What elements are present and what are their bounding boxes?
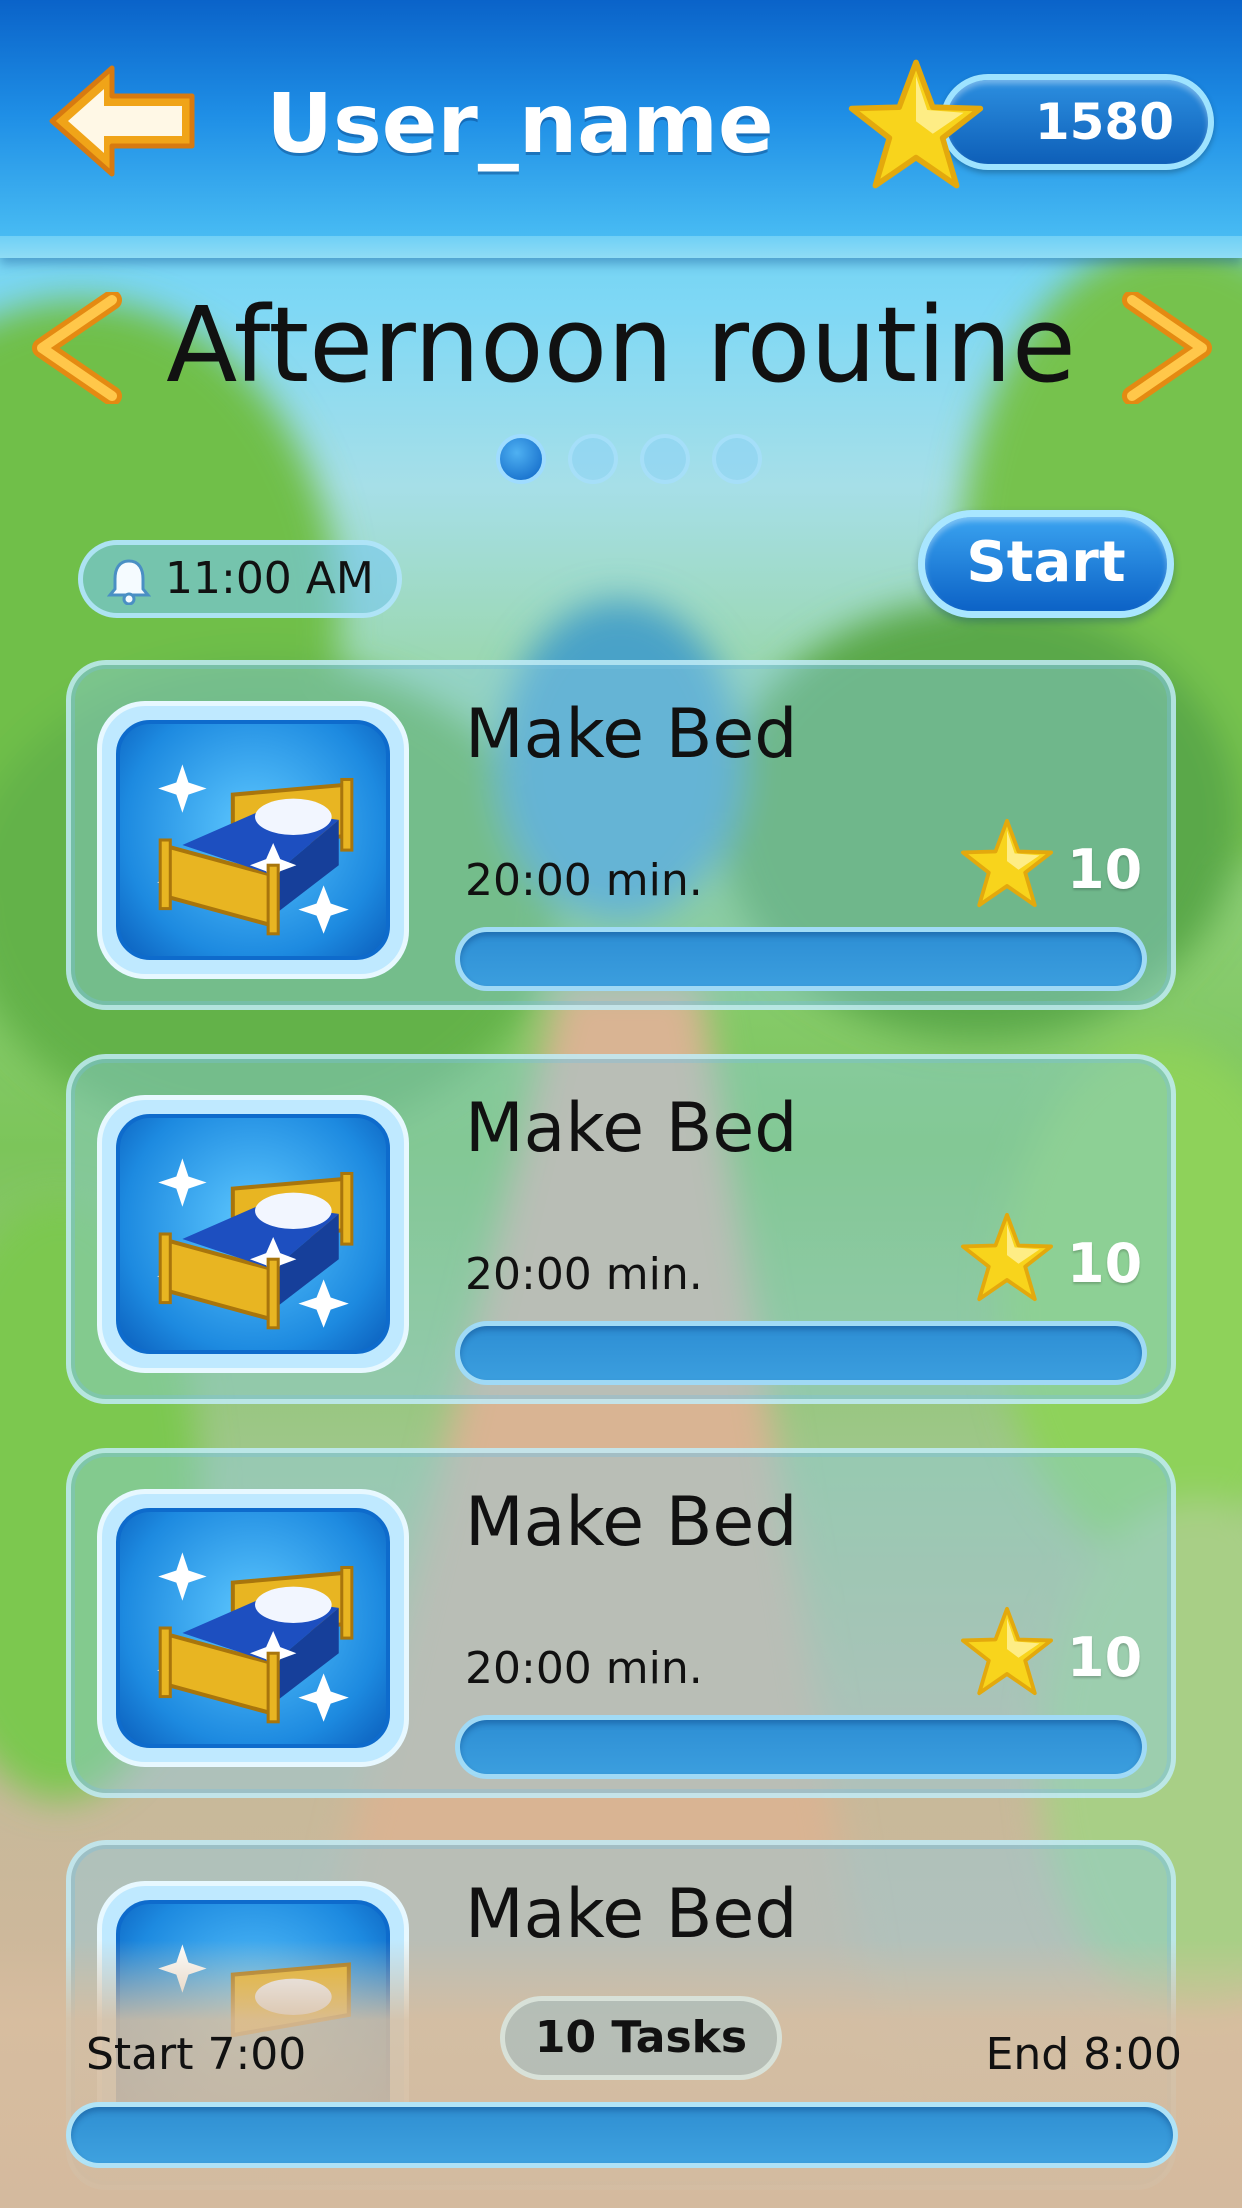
task-icon-frame (97, 1095, 409, 1373)
task-count-badge: 10 Tasks (500, 1996, 782, 2080)
task-name: Make Bed (465, 695, 798, 774)
task-card[interactable]: Make Bed 20:00 min. 10 (66, 660, 1176, 1010)
task-progress-bar (455, 927, 1147, 991)
task-name: Make Bed (465, 1089, 798, 1168)
routine-progress-bar (66, 2102, 1178, 2168)
bed-icon (116, 1114, 390, 1354)
task-points: 10 (1067, 838, 1143, 901)
routine-start-time: Start 7:00 (86, 2029, 307, 2080)
task-duration: 20:00 min. (465, 1643, 703, 1694)
star-icon (961, 1606, 1054, 1696)
task-card[interactable]: Make Bed 20:00 min. 10 (66, 1054, 1176, 1404)
task-duration: 20:00 min. (465, 1249, 703, 1300)
task-progress-bar (455, 1715, 1147, 1779)
routine-end-time: End 8:00 (985, 2029, 1182, 2080)
task-list: Make Bed 20:00 min. 10 Make Bed 20:00 mi… (0, 0, 1242, 2208)
task-duration: 20:00 min. (465, 855, 703, 906)
task-card[interactable]: Make Bed 20:00 min. 10 (66, 1448, 1176, 1798)
task-icon-frame (97, 701, 409, 979)
bed-icon (116, 720, 390, 960)
star-icon (961, 818, 1054, 908)
task-points: 10 (1067, 1626, 1143, 1689)
task-progress-bar (455, 1321, 1147, 1385)
task-name: Make Bed (465, 1483, 798, 1562)
task-points: 10 (1067, 1232, 1143, 1295)
task-icon-frame (97, 1489, 409, 1767)
star-icon (961, 1212, 1054, 1302)
bed-icon (116, 1508, 390, 1748)
